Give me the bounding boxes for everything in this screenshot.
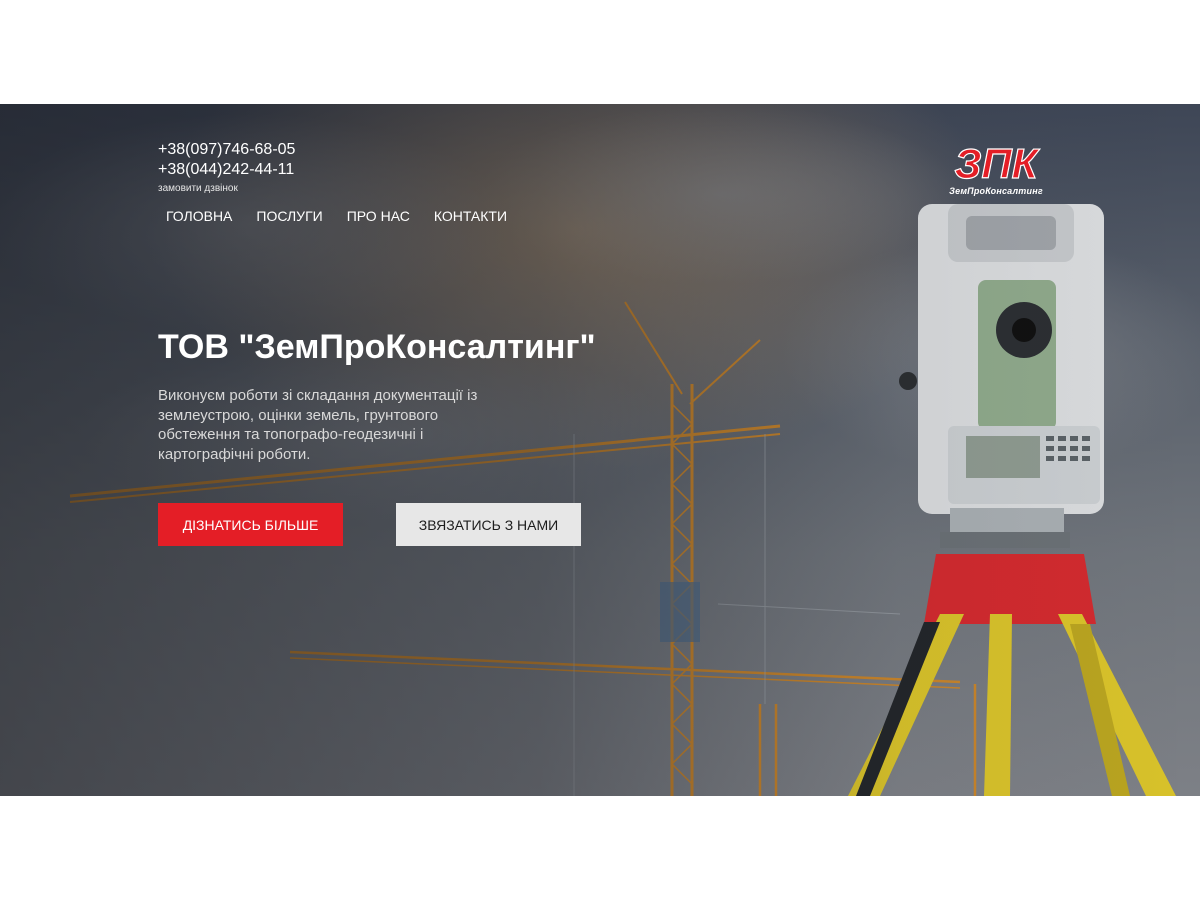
nav-item-home[interactable]: ГОЛОВНА bbox=[158, 206, 240, 226]
contact-us-button[interactable]: ЗВЯЗАТИСЬ З НАМИ bbox=[396, 503, 581, 546]
main-nav: ГОЛОВНА ПОСЛУГИ ПРО НАС КОНТАКТИ bbox=[158, 206, 523, 226]
nav-item-about[interactable]: ПРО НАС bbox=[339, 206, 418, 226]
hero-description: Виконуєм роботи зі складання документаці… bbox=[158, 387, 478, 463]
logo-company-name: ЗемПроКонсалтинг bbox=[949, 186, 1043, 196]
page: +38(097)746-68-05 +38(044)242-44-11 замо… bbox=[0, 0, 1200, 900]
hero-title: ТОВ "ЗемПроКонсалтинг" bbox=[158, 328, 596, 366]
learn-more-button[interactable]: ДІЗНАТИСЬ БІЛЬШЕ bbox=[158, 503, 343, 546]
request-callback-link[interactable]: замовити дзвінок bbox=[158, 182, 295, 196]
phone-link-landline[interactable]: +38(044)242-44-11 bbox=[158, 160, 295, 180]
contact-block: +38(097)746-68-05 +38(044)242-44-11 замо… bbox=[158, 140, 295, 196]
nav-item-contacts[interactable]: КОНТАКТИ bbox=[426, 206, 515, 226]
nav-item-services[interactable]: ПОСЛУГИ bbox=[248, 206, 330, 226]
logo-mark-text: ЗПК bbox=[954, 140, 1040, 186]
phone-link-mobile[interactable]: +38(097)746-68-05 bbox=[158, 140, 295, 160]
logo-mark-icon: ЗПК bbox=[954, 139, 1041, 187]
company-logo[interactable]: ЗПК ЗемПроКонсалтинг bbox=[946, 139, 1046, 198]
